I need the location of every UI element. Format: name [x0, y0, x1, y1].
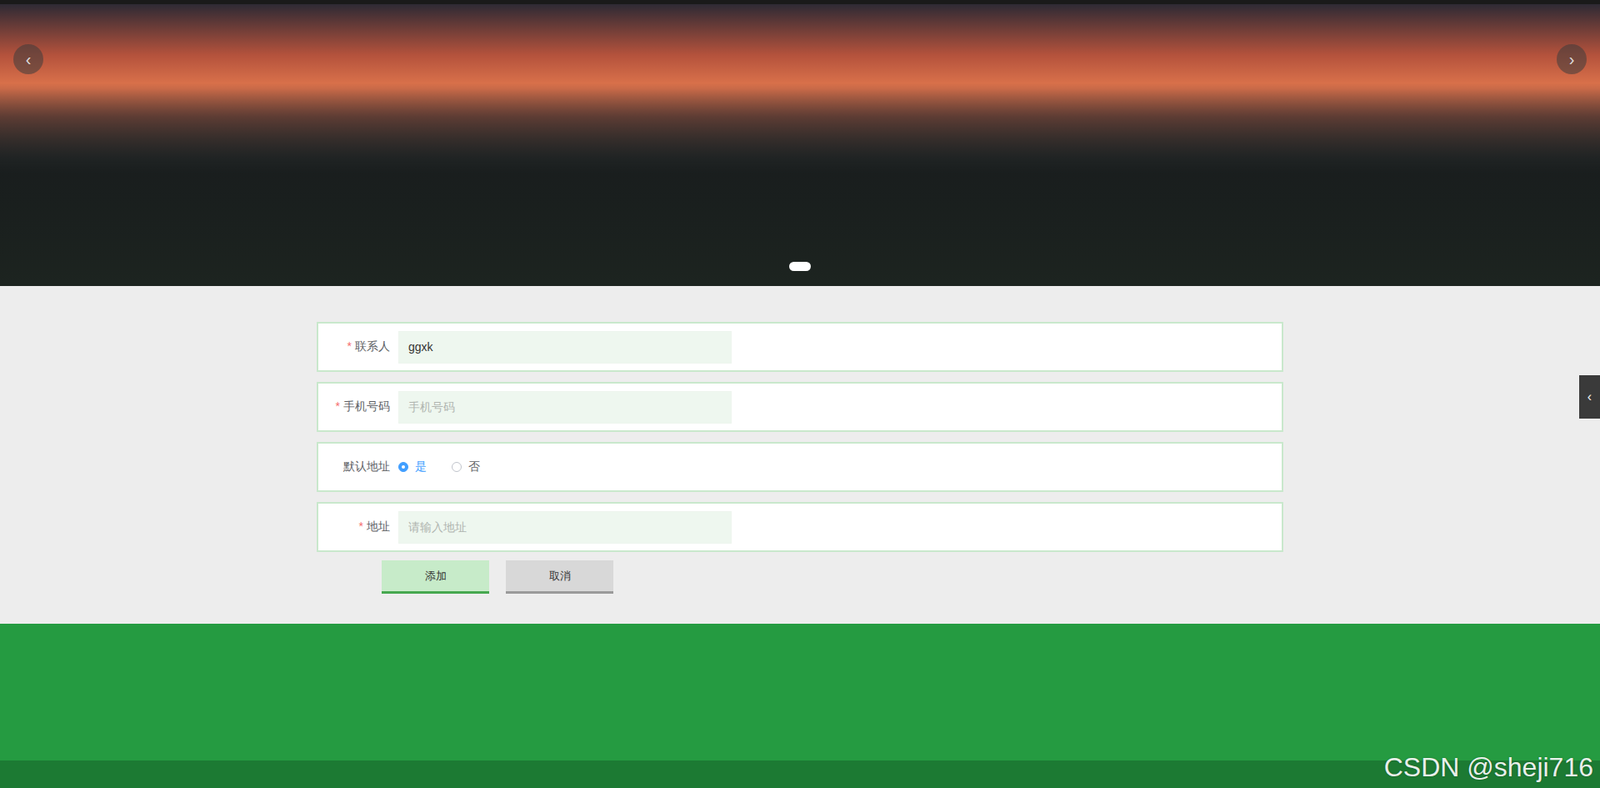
radio-icon[interactable]: [451, 461, 462, 472]
required-mark: *: [347, 339, 352, 353]
form-section: *联系人*手机号码默认地址是否*地址添加取消: [0, 285, 1600, 624]
carousel-indicator[interactable]: [789, 261, 811, 271]
footer: [0, 623, 1600, 760]
text-input[interactable]: [398, 510, 732, 544]
side-toggle-button[interactable]: ‹: [1579, 375, 1600, 419]
carousel-next-button[interactable]: ›: [1556, 44, 1587, 75]
add-button[interactable]: 添加: [381, 560, 490, 594]
field-label: *手机号码: [318, 399, 395, 415]
form-row: 默认地址是否: [316, 441, 1284, 492]
address-form: *联系人*手机号码默认地址是否*地址添加取消: [316, 321, 1284, 594]
form-row: *地址: [316, 501, 1284, 552]
radio-option[interactable]: 否: [451, 459, 480, 475]
text-input[interactable]: [398, 390, 732, 424]
required-mark: *: [335, 399, 340, 413]
banner-carousel: ‹›: [0, 4, 1600, 286]
carousel-indicators: [789, 261, 811, 271]
footer-bottom: [0, 760, 1600, 788]
field-label: 默认地址: [318, 459, 395, 475]
field-label: *地址: [318, 519, 395, 535]
radio-option[interactable]: 是: [398, 459, 427, 475]
cancel-button[interactable]: 取消: [505, 560, 614, 594]
form-row: *手机号码: [316, 381, 1284, 432]
required-mark: *: [359, 519, 364, 533]
button-row: 添加取消: [316, 560, 1284, 594]
field-label: *联系人: [318, 339, 395, 355]
page: ‹›*联系人*手机号码默认地址是否*地址添加取消‹CSDN @sheji716: [0, 0, 1600, 788]
radio-icon[interactable]: [398, 461, 409, 472]
form-row: *联系人: [316, 321, 1284, 372]
text-input[interactable]: [398, 330, 732, 364]
carousel-prev-button[interactable]: ‹: [13, 44, 44, 75]
radio-group: 是否: [398, 459, 480, 475]
watermark: CSDN @sheji716: [1384, 751, 1594, 783]
